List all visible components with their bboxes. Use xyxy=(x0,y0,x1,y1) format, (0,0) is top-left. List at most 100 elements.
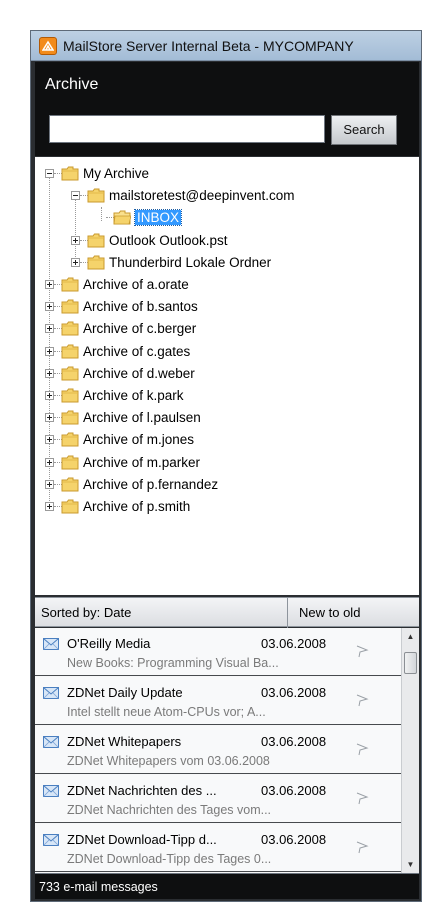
flag-icon[interactable] xyxy=(355,644,369,658)
expand-icon[interactable] xyxy=(45,502,54,511)
message-sender: ZDNet Download-Tipp d... xyxy=(67,832,217,847)
expand-icon[interactable] xyxy=(45,457,54,467)
tree-item[interactable]: Archive of p.smith xyxy=(35,496,419,518)
tree-item[interactable]: Archive of b.santos xyxy=(35,296,419,318)
tree-item-label: Archive of p.smith xyxy=(83,499,191,514)
collapse-icon[interactable] xyxy=(45,169,54,178)
collapse-icon[interactable] xyxy=(71,191,80,201)
tree-item[interactable]: Archive of p.fernandez xyxy=(35,474,419,496)
expand-icon[interactable] xyxy=(45,346,54,356)
tree-item[interactable]: Thunderbird Lokale Ordner xyxy=(35,252,419,274)
expand-icon[interactable] xyxy=(45,479,54,489)
folder-icon xyxy=(87,233,105,248)
scroll-down-arrow-icon[interactable]: ▼ xyxy=(402,856,419,873)
message-row[interactable]: ZDNet Download-Tipp d... 03.06.2008 ZDNet … xyxy=(35,824,401,872)
tree-item-label: Archive of c.berger xyxy=(83,321,197,337)
tree-item-label: Archive of d.weber xyxy=(83,365,195,381)
expand-icon[interactable] xyxy=(45,280,54,289)
folder-icon xyxy=(61,432,79,447)
tree-item[interactable]: Archive of c.berger xyxy=(35,318,419,340)
envelope-icon xyxy=(43,736,59,748)
sort-order-button[interactable]: New to old xyxy=(299,605,360,620)
scroll-up-arrow-icon[interactable]: ▲ xyxy=(402,628,419,645)
folder-icon xyxy=(61,166,79,181)
tree-item[interactable]: Archive of m.parker xyxy=(35,452,419,474)
tree-item-label: Archive of b.santos xyxy=(83,299,198,315)
message-subject: ZDNet Download-Tipp des Tages 0... xyxy=(67,852,272,866)
tree-item[interactable]: Outlook Outlook.pst xyxy=(35,230,419,252)
tree-item-label: Archive of c.gates xyxy=(83,343,191,359)
tree-item-label: INBOX xyxy=(133,209,183,227)
message-list-scrollbar[interactable]: ▲ ▼ xyxy=(401,628,419,873)
tree-item-label: Thunderbird Lokale Ordner xyxy=(109,254,272,270)
tree-item[interactable]: Archive of m.jones xyxy=(35,429,419,451)
tree-item[interactable]: Archive of d.weber xyxy=(35,363,419,385)
tree-item[interactable]: Archive of a.orate xyxy=(35,274,419,296)
message-subject: ZDNet Whitepapers vom 03.06.2008 xyxy=(67,754,270,768)
message-date: 03.06.2008 xyxy=(261,636,327,651)
app-window: MailStore Server Internal Beta - MYCOMPA… xyxy=(30,30,422,902)
tree-item[interactable]: My Archive xyxy=(35,163,419,185)
tree-item-label: Archive of k.park xyxy=(83,388,184,403)
message-row[interactable]: ZDNet Nachrichten des ... 03.06.2008 ZDNet… xyxy=(35,775,401,823)
message-subject: ZDNet Nachrichten des Tages vom... xyxy=(67,803,272,817)
message-date: 03.06.2008 xyxy=(261,783,327,798)
panel-title: Archive xyxy=(45,76,99,93)
expand-icon[interactable] xyxy=(45,435,54,445)
search-button[interactable]: Search xyxy=(331,115,397,145)
folder-icon xyxy=(61,455,79,470)
expand-icon[interactable] xyxy=(45,413,54,423)
expand-icon[interactable] xyxy=(71,257,80,267)
message-date: 03.06.2008 xyxy=(261,734,327,749)
tree-item[interactable]: Archive of l.paulsen xyxy=(35,407,419,429)
message-sender: O'Reilly Media xyxy=(67,636,151,651)
tree-item-label: Archive of m.jones xyxy=(83,432,195,448)
message-row[interactable]: ZDNet Whitepapers 03.06.2008 ZDNet Whitepa… xyxy=(35,726,401,774)
message-date: 03.06.2008 xyxy=(261,685,327,700)
message-row[interactable]: ZDNet Daily Update 03.06.2008 Intel stellt… xyxy=(35,677,401,725)
folder-icon xyxy=(61,388,79,403)
message-subject: New Books: Programming Visual Ba... xyxy=(67,656,279,670)
folder-icon xyxy=(61,344,79,359)
expand-icon[interactable] xyxy=(45,368,54,378)
tree-item[interactable]: Archive of c.gates xyxy=(35,341,419,363)
message-row[interactable]: O'Reilly Media 03.06.2008 New Books: Progr… xyxy=(35,628,401,676)
folder-icon xyxy=(61,277,79,292)
folder-icon xyxy=(87,255,105,270)
flag-icon[interactable] xyxy=(355,693,369,707)
envelope-icon xyxy=(43,785,59,797)
tree-item-label: My Archive xyxy=(83,166,150,181)
tree-item[interactable]: mailstoretest@deepinvent.com xyxy=(35,185,419,207)
tree-item[interactable]: INBOX xyxy=(35,207,419,229)
message-sender: ZDNet Whitepapers xyxy=(67,734,182,749)
title-bar[interactable]: MailStore Server Internal Beta - MYCOMPA… xyxy=(31,31,421,61)
folder-icon xyxy=(61,477,79,492)
folder-icon xyxy=(61,410,79,425)
envelope-icon xyxy=(43,834,59,846)
folder-icon xyxy=(61,299,79,314)
flag-icon[interactable] xyxy=(355,791,369,805)
message-subject: Intel stellt neue Atom-CPUs vor; A... xyxy=(67,705,266,719)
sort-divider xyxy=(287,598,288,628)
tree-item-label: Outlook Outlook.pst xyxy=(109,232,228,248)
tree-item[interactable]: Archive of k.park xyxy=(35,385,419,407)
flag-icon[interactable] xyxy=(355,840,369,854)
message-list[interactable]: O'Reilly Media 03.06.2008 New Books: Progr… xyxy=(35,628,401,873)
mailstore-app-icon xyxy=(39,37,57,55)
expand-icon[interactable] xyxy=(71,235,80,245)
tree-item-label: Archive of a.orate xyxy=(83,277,189,292)
expand-icon[interactable] xyxy=(45,324,54,334)
flag-icon[interactable] xyxy=(355,742,369,756)
folder-icon xyxy=(113,210,132,225)
search-input[interactable] xyxy=(49,115,325,143)
expand-icon[interactable] xyxy=(45,302,54,312)
expand-icon[interactable] xyxy=(45,391,54,400)
message-sender: ZDNet Nachrichten des ... xyxy=(67,783,217,798)
envelope-icon xyxy=(43,687,59,699)
tree-item-label: Archive of l.paulsen xyxy=(83,410,201,426)
sort-field-button[interactable]: Sorted by: Date xyxy=(41,605,131,620)
message-date: 03.06.2008 xyxy=(261,832,327,847)
scroll-thumb[interactable] xyxy=(404,652,417,674)
folder-tree[interactable]: My Archive mailstoretest@deepinvent.com IN… xyxy=(35,157,419,595)
tree-item-label: Archive of p.fernandez xyxy=(83,476,219,492)
